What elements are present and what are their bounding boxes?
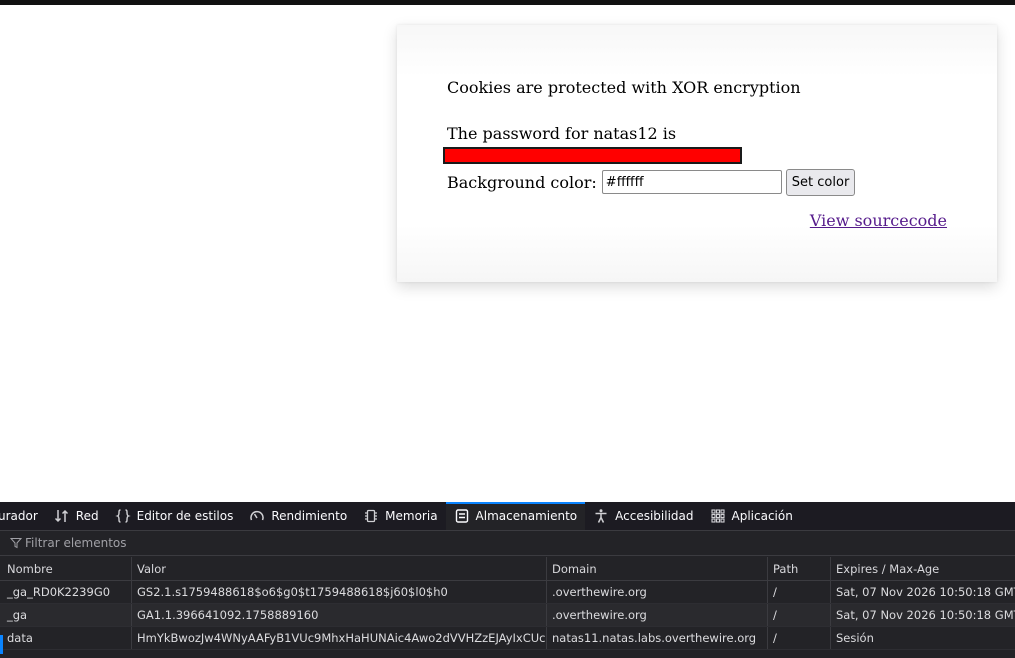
- tab-label: Memoria: [385, 509, 438, 523]
- accessibility-icon: [593, 508, 609, 524]
- content-card: Cookies are protected with XOR encryptio…: [397, 25, 997, 282]
- cookie-expires: Sat, 07 Nov 2026 10:50:18 GMT: [836, 585, 1015, 599]
- filter-input[interactable]: Filtrar elementos: [25, 536, 127, 550]
- tab-accessibility[interactable]: Accesibilidad: [585, 502, 701, 530]
- tab-label: Almacenamiento: [475, 509, 578, 523]
- tab-label: Editor de estilos: [136, 509, 234, 523]
- cookie-expires: Sat, 07 Nov 2026 10:50:18 GMT: [836, 608, 1015, 622]
- tab-label: Rendimiento: [271, 509, 348, 523]
- network-icon: [54, 508, 70, 524]
- braces-icon: [114, 508, 131, 524]
- tab-label: Red: [75, 509, 99, 523]
- view-sourcecode-link[interactable]: View sourcecode: [810, 211, 947, 230]
- filter-icon: [10, 537, 22, 549]
- tab-label: Accesibilidad: [615, 509, 694, 523]
- table-row[interactable]: _ga GA1.1.396641092.1758889160 .overthew…: [0, 604, 1015, 627]
- tab-network[interactable]: Red: [46, 502, 107, 530]
- cookie-path: /: [768, 581, 831, 603]
- cookie-path: /: [768, 627, 831, 649]
- table-row[interactable]: data HmYkBwozJw4WNyAAFyB1VUc9MhxHaHUNAic…: [0, 627, 1015, 650]
- tab-memory[interactable]: Memoria: [355, 502, 445, 530]
- cookie-value: GS2.1.s1759488618$o6$g0$t1759488618$j60$…: [132, 581, 547, 603]
- cookie-name: _ga_RD0K2239G0: [0, 581, 132, 603]
- column-header-name[interactable]: Nombre: [0, 557, 132, 580]
- table-row[interactable]: _ga_RD0K2239G0 GS2.1.s1759488618$o6$g0$t…: [0, 581, 1015, 604]
- column-header-path[interactable]: Path: [768, 557, 831, 580]
- chip-icon: [363, 508, 379, 524]
- devtools-panel: urador Red Editor de estilos Rendimiento…: [0, 502, 1015, 658]
- tab-performance[interactable]: Rendimiento: [241, 502, 355, 530]
- tab-application[interactable]: Aplicación: [702, 502, 801, 530]
- password-label: The password for natas12 is: [447, 124, 677, 143]
- column-header-domain[interactable]: Domain: [547, 557, 768, 580]
- cookie-name: data: [0, 627, 132, 649]
- grid-icon: [710, 508, 726, 524]
- background-color-input[interactable]: [601, 170, 782, 194]
- cookie-expires: Sesión: [836, 631, 874, 645]
- cookie-value: HmYkBwozJw4WNyAAFyB1VUc9MhxHaHUNAic4Awo2…: [132, 627, 547, 649]
- cookie-domain: natas11.natas.labs.overthewire.org: [547, 627, 768, 649]
- background-color-form: Background color: Set color: [447, 168, 856, 196]
- cookie-value: GA1.1.396641092.1758889160: [132, 604, 547, 626]
- tab-style-editor[interactable]: Editor de estilos: [107, 502, 242, 530]
- background-color-label: Background color:: [447, 172, 597, 192]
- cookies-table: Nombre Valor Domain Path Expires / Max-A…: [0, 557, 1015, 650]
- column-header-expires[interactable]: Expires / Max-Age: [831, 557, 1015, 580]
- storage-icon: [454, 508, 470, 524]
- cookie-domain: .overthewire.org: [547, 581, 768, 603]
- tab-debugger[interactable]: urador: [0, 502, 46, 530]
- set-color-button[interactable]: Set color: [785, 168, 856, 196]
- redacted-password: [443, 147, 742, 164]
- filter-bar[interactable]: Filtrar elementos: [0, 531, 1015, 556]
- cookie-name: _ga: [0, 604, 132, 626]
- tab-storage[interactable]: Almacenamiento: [445, 502, 586, 530]
- cookie-path: /: [768, 604, 831, 626]
- tab-label: Aplicación: [731, 509, 793, 523]
- web-page: Cookies are protected with XOR encryptio…: [0, 5, 1015, 502]
- cookie-domain: .overthewire.org: [547, 604, 768, 626]
- table-header: Nombre Valor Domain Path Expires / Max-A…: [0, 557, 1015, 581]
- encryption-notice: Cookies are protected with XOR encryptio…: [447, 78, 801, 97]
- selection-marker: [0, 635, 3, 654]
- tab-label: urador: [0, 509, 38, 523]
- devtools-tabbar: urador Red Editor de estilos Rendimiento…: [0, 502, 1015, 531]
- gauge-icon: [249, 508, 265, 524]
- column-header-value[interactable]: Valor: [132, 557, 547, 580]
